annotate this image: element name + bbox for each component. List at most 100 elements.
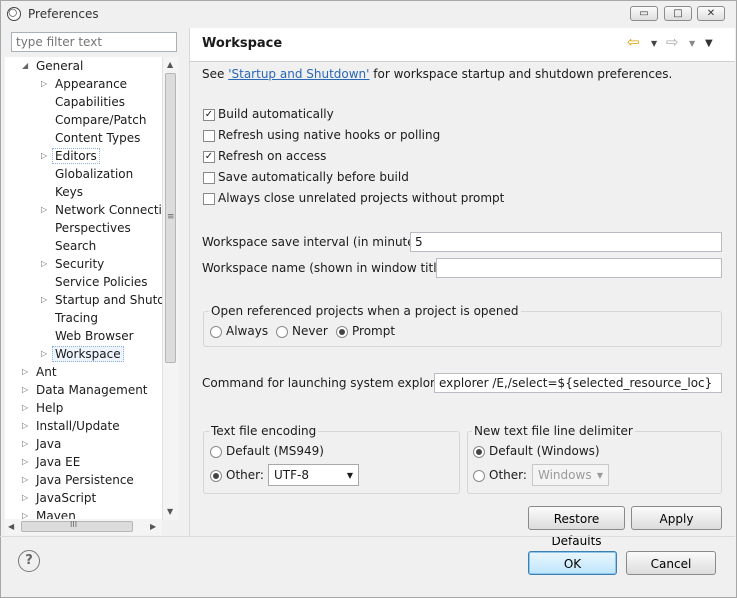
collapsed-arrow-icon[interactable]: ▷	[22, 475, 28, 484]
scroll-left-icon[interactable]: ◀	[8, 522, 14, 531]
open-ref-always-label: Always	[226, 324, 269, 338]
tree-item-java[interactable]: Java	[36, 435, 61, 453]
scroll-down-icon[interactable]: ▼	[167, 507, 173, 516]
tree-item-java-persistence[interactable]: Java Persistence	[36, 471, 134, 489]
tree-item-compare-patch[interactable]: Compare/Patch	[55, 111, 146, 129]
delimiter-select[interactable]: Windows ▼	[532, 464, 609, 486]
tree-item-tracing[interactable]: Tracing	[55, 309, 98, 327]
collapsed-arrow-icon[interactable]: ▷	[22, 493, 28, 502]
encoding-select[interactable]: UTF-8 ▼	[268, 464, 359, 486]
cancel-button[interactable]: Cancel	[626, 551, 716, 575]
tree-item-workspace[interactable]: Workspace	[52, 345, 124, 363]
sash-divider[interactable]	[189, 28, 190, 536]
save-interval-input[interactable]: 5	[410, 232, 722, 252]
open-ref-prompt-radio[interactable]	[336, 326, 348, 338]
tree-item-general[interactable]: General	[36, 57, 83, 75]
tree-item-help[interactable]: Help	[36, 399, 63, 417]
minimize-button[interactable]: ▭	[630, 6, 658, 21]
tree-item-content-types[interactable]: Content Types	[55, 129, 140, 147]
tree-item-security[interactable]: Security	[55, 255, 104, 273]
delimiter-default-radio[interactable]	[473, 446, 485, 458]
tree-item-keys[interactable]: Keys	[55, 183, 83, 201]
tree-item-perspectives[interactable]: Perspectives	[55, 219, 131, 237]
app-icon	[7, 7, 21, 21]
collapsed-arrow-icon[interactable]: ▷	[22, 439, 28, 448]
build-automatically-checkbox[interactable]: ✓	[203, 109, 215, 121]
tree-item-network-connections[interactable]: Network Connectio	[55, 201, 169, 219]
back-arrow-icon[interactable]: ⇦	[627, 33, 640, 51]
open-ref-prompt-label: Prompt	[352, 324, 396, 338]
collapsed-arrow-icon[interactable]: ▷	[41, 349, 47, 358]
collapsed-arrow-icon[interactable]: ▷	[41, 151, 47, 160]
tree-item-startup-shutdown[interactable]: Startup and Shutdo	[55, 291, 172, 309]
help-icon[interactable]: ?	[18, 550, 40, 572]
tree-item-javascript[interactable]: JavaScript	[36, 489, 96, 507]
forward-menu-icon[interactable]: ▼	[689, 39, 695, 48]
refresh-native-hooks-checkbox[interactable]	[203, 130, 215, 142]
tree-item-capabilities[interactable]: Capabilities	[55, 93, 125, 111]
grip-icon: ≡	[167, 212, 175, 222]
collapsed-arrow-icon[interactable]: ▷	[22, 457, 28, 466]
tree-item-search[interactable]: Search	[55, 237, 96, 255]
delimiter-other-radio[interactable]	[473, 470, 485, 482]
tree-vertical-scrollbar[interactable]: ▲ ≡ ▼	[162, 57, 179, 520]
maximize-button[interactable]: □	[664, 6, 692, 21]
collapsed-arrow-icon[interactable]: ▷	[22, 421, 28, 430]
restore-defaults-button[interactable]: Restore Defaults	[528, 506, 625, 548]
tree-horizontal-scrollbar[interactable]: ◀ III ▶	[5, 519, 162, 535]
apply-button[interactable]: Apply	[631, 506, 722, 530]
scroll-up-icon[interactable]: ▲	[167, 60, 173, 69]
tree-item-appearance[interactable]: Appearance	[55, 75, 127, 93]
scroll-thumb[interactable]: III	[21, 520, 133, 532]
tree-item-install-update[interactable]: Install/Update	[36, 417, 120, 435]
encoding-default-label: Default (MS949)	[226, 444, 324, 458]
save-before-build-checkbox[interactable]	[203, 172, 215, 184]
collapsed-arrow-icon[interactable]: ▷	[41, 79, 47, 88]
encoding-other-radio[interactable]	[210, 470, 222, 482]
ok-button[interactable]: OK	[528, 551, 617, 575]
encoding-other-label: Other:	[226, 468, 264, 482]
tree-item-service-policies[interactable]: Service Policies	[55, 273, 148, 291]
scroll-right-icon[interactable]: ▶	[150, 522, 156, 531]
encoding-default-radio[interactable]	[210, 446, 222, 458]
workspace-name-input[interactable]	[436, 258, 722, 278]
tree-item-java-ee[interactable]: Java EE	[36, 453, 80, 471]
back-menu-icon[interactable]: ▼	[651, 39, 657, 48]
chevron-down-icon: ▼	[596, 471, 603, 480]
tree-item-web-browser[interactable]: Web Browser	[55, 327, 134, 345]
expand-arrow-icon[interactable]: ◢	[22, 61, 28, 70]
tree-item-globalization[interactable]: Globalization	[55, 165, 133, 183]
close-unrelated-checkbox[interactable]	[203, 193, 215, 205]
open-ref-always-radio[interactable]	[210, 326, 222, 338]
encoding-select-value: UTF-8	[274, 468, 309, 482]
open-referenced-group-title: Open referenced projects when a project …	[209, 304, 521, 318]
tree-item-editors[interactable]: Editors	[52, 147, 100, 165]
view-menu-icon[interactable]: ▼	[705, 38, 713, 49]
tree-item-data-management[interactable]: Data Management	[36, 381, 148, 399]
explorer-command-input[interactable]: explorer /E,/select=${selected_resource_…	[434, 373, 722, 393]
collapsed-arrow-icon[interactable]: ▷	[22, 385, 28, 394]
line-delimiter-group-title: New text file line delimiter	[472, 424, 635, 438]
chevron-down-icon: ▼	[346, 471, 353, 480]
forward-arrow-icon[interactable]: ⇨	[666, 33, 679, 51]
tree-item-label: Workspace	[52, 346, 124, 362]
open-ref-never-radio[interactable]	[276, 326, 288, 338]
collapsed-arrow-icon[interactable]: ▷	[22, 403, 28, 412]
collapsed-arrow-icon[interactable]: ▷	[41, 205, 47, 214]
collapsed-arrow-icon[interactable]: ▷	[22, 367, 28, 376]
refresh-on-access-label: Refresh on access	[218, 149, 327, 163]
collapsed-arrow-icon[interactable]: ▷	[41, 259, 47, 268]
filter-input[interactable]	[11, 32, 177, 52]
workspace-name-label: Workspace name (shown in window title):	[202, 261, 453, 275]
close-button[interactable]: ✕	[697, 6, 725, 21]
startup-shutdown-link[interactable]: 'Startup and Shutdown'	[228, 67, 369, 81]
refresh-on-access-checkbox[interactable]: ✓	[203, 151, 215, 163]
scroll-thumb[interactable]: ≡	[165, 73, 176, 363]
page-description: See 'Startup and Shutdown' for workspace…	[202, 67, 672, 81]
bottom-separator	[0, 536, 735, 537]
grip-icon: III	[70, 520, 78, 529]
delimiter-select-value: Windows	[538, 468, 592, 482]
desc-suffix: for workspace startup and shutdown prefe…	[369, 67, 673, 81]
collapsed-arrow-icon[interactable]: ▷	[41, 295, 47, 304]
tree-item-ant[interactable]: Ant	[36, 363, 57, 381]
